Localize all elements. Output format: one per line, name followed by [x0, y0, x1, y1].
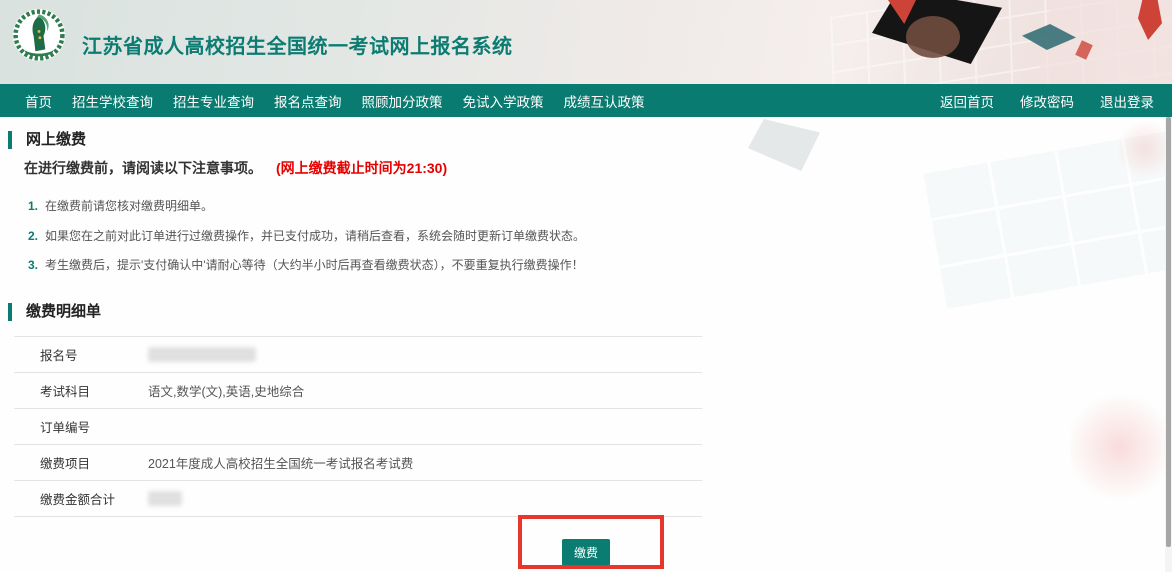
nav-item-exemption-policy[interactable]: 免试入学政策 — [463, 91, 544, 111]
payment-detail-table: 报名号 考试科目 语文,数学(文),英语,史地综合 订单编号 缴费项目 2021… — [14, 336, 702, 517]
pay-button[interactable]: 缴费 — [562, 539, 610, 566]
notice-number: 3. — [28, 258, 38, 272]
table-row-exam-subjects: 考试科目 语文,数学(文),英语,史地综合 — [14, 373, 702, 409]
notice-item-1: 1. 在缴费前请您核对缴费明细单。 — [28, 197, 213, 214]
row-value — [148, 491, 702, 506]
table-row-payment-item: 缴费项目 2021年度成人高校招生全国统一考试报名考试费 — [14, 445, 702, 481]
notice-text: 如果您在之前对此订单进行过缴费操作，并已支付成功，请稍后查看，系统会随时更新订单… — [45, 229, 585, 243]
nav-change-password[interactable]: 修改密码 — [1020, 91, 1074, 111]
faint-flower-image — [1070, 387, 1170, 507]
page-title: 江苏省成人高校招生全国统一考试网上报名系统 — [82, 30, 513, 59]
graduate-head-image — [906, 16, 960, 58]
notice-text: 在缴费前请您核对缴费明细单。 — [45, 199, 213, 213]
section-title-online-payment: 网上缴费 — [8, 131, 86, 149]
redacted-value — [148, 491, 182, 506]
row-value — [148, 347, 702, 362]
notice-item-3: 3. 考生缴费后，提示'支付确认中'请耐心等待（大约半小时后再查看缴费状态），不要… — [28, 256, 584, 273]
nav-item-school-query[interactable]: 招生学校查询 — [72, 91, 153, 111]
payment-intro-line: 在进行缴费前，请阅读以下注意事项。 (网上缴费截止时间为21:30) — [24, 158, 447, 178]
page: 江苏省成人高校招生全国统一考试网上报名系统 首页 招生学校查询 招生专业查询 报… — [0, 0, 1172, 572]
nav-logout[interactable]: 退出登录 — [1100, 91, 1154, 111]
main-nav: 首页 招生学校查询 招生专业查询 报名点查询 照顾加分政策 免试入学政策 成绩互… — [0, 84, 1172, 117]
intro-text: 在进行缴费前，请阅读以下注意事项。 — [24, 160, 262, 176]
site-logo-icon — [12, 8, 66, 62]
section-title-payment-detail: 缴费明细单 — [8, 303, 101, 321]
table-row-registration-number: 报名号 — [14, 337, 702, 373]
nav-item-home[interactable]: 首页 — [25, 91, 52, 111]
nav-right-group: 返回首页 修改密码 退出登录 — [940, 91, 1172, 111]
notice-item-2: 2. 如果您在之前对此订单进行过缴费操作，并已支付成功，请稍后查看，系统会随时更新… — [28, 227, 585, 244]
table-row-total-amount: 缴费金额合计 — [14, 481, 702, 517]
nav-left-group: 首页 招生学校查询 招生专业查询 报名点查询 照顾加分政策 免试入学政策 成绩互… — [0, 91, 645, 111]
deadline-warning: (网上缴费截止时间为21:30) — [276, 160, 447, 176]
scrollbar — [1165, 117, 1172, 572]
notice-number: 1. — [28, 199, 38, 213]
row-value: 2021年度成人高校招生全国统一考试报名考试费 — [148, 453, 702, 472]
site-header: 江苏省成人高校招生全国统一考试网上报名系统 — [0, 0, 1172, 84]
row-value: 语文,数学(文),英语,史地综合 — [148, 381, 702, 400]
table-row-order-number: 订单编号 — [14, 409, 702, 445]
row-label: 订单编号 — [40, 417, 148, 436]
nav-item-major-query[interactable]: 招生专业查询 — [173, 91, 254, 111]
faint-flower-image — [1118, 117, 1172, 181]
nav-item-score-recognition-policy[interactable]: 成绩互认政策 — [564, 91, 645, 111]
row-label: 考试科目 — [40, 381, 148, 400]
notice-text: 考生缴费后，提示'支付确认中'请耐心等待（大约半小时后再查看缴费状态），不要重复… — [45, 258, 584, 272]
faint-cap-image — [748, 119, 820, 171]
redacted-value — [148, 347, 256, 362]
nav-item-registration-site-query[interactable]: 报名点查询 — [274, 91, 342, 111]
notice-number: 2. — [28, 229, 38, 243]
nav-item-bonus-point-policy[interactable]: 照顾加分政策 — [362, 91, 443, 111]
row-label: 缴费金额合计 — [40, 489, 148, 508]
row-label: 缴费项目 — [40, 453, 148, 472]
scrollbar-thumb[interactable] — [1166, 117, 1171, 547]
row-label: 报名号 — [40, 345, 148, 364]
nav-return-home[interactable]: 返回首页 — [940, 91, 994, 111]
